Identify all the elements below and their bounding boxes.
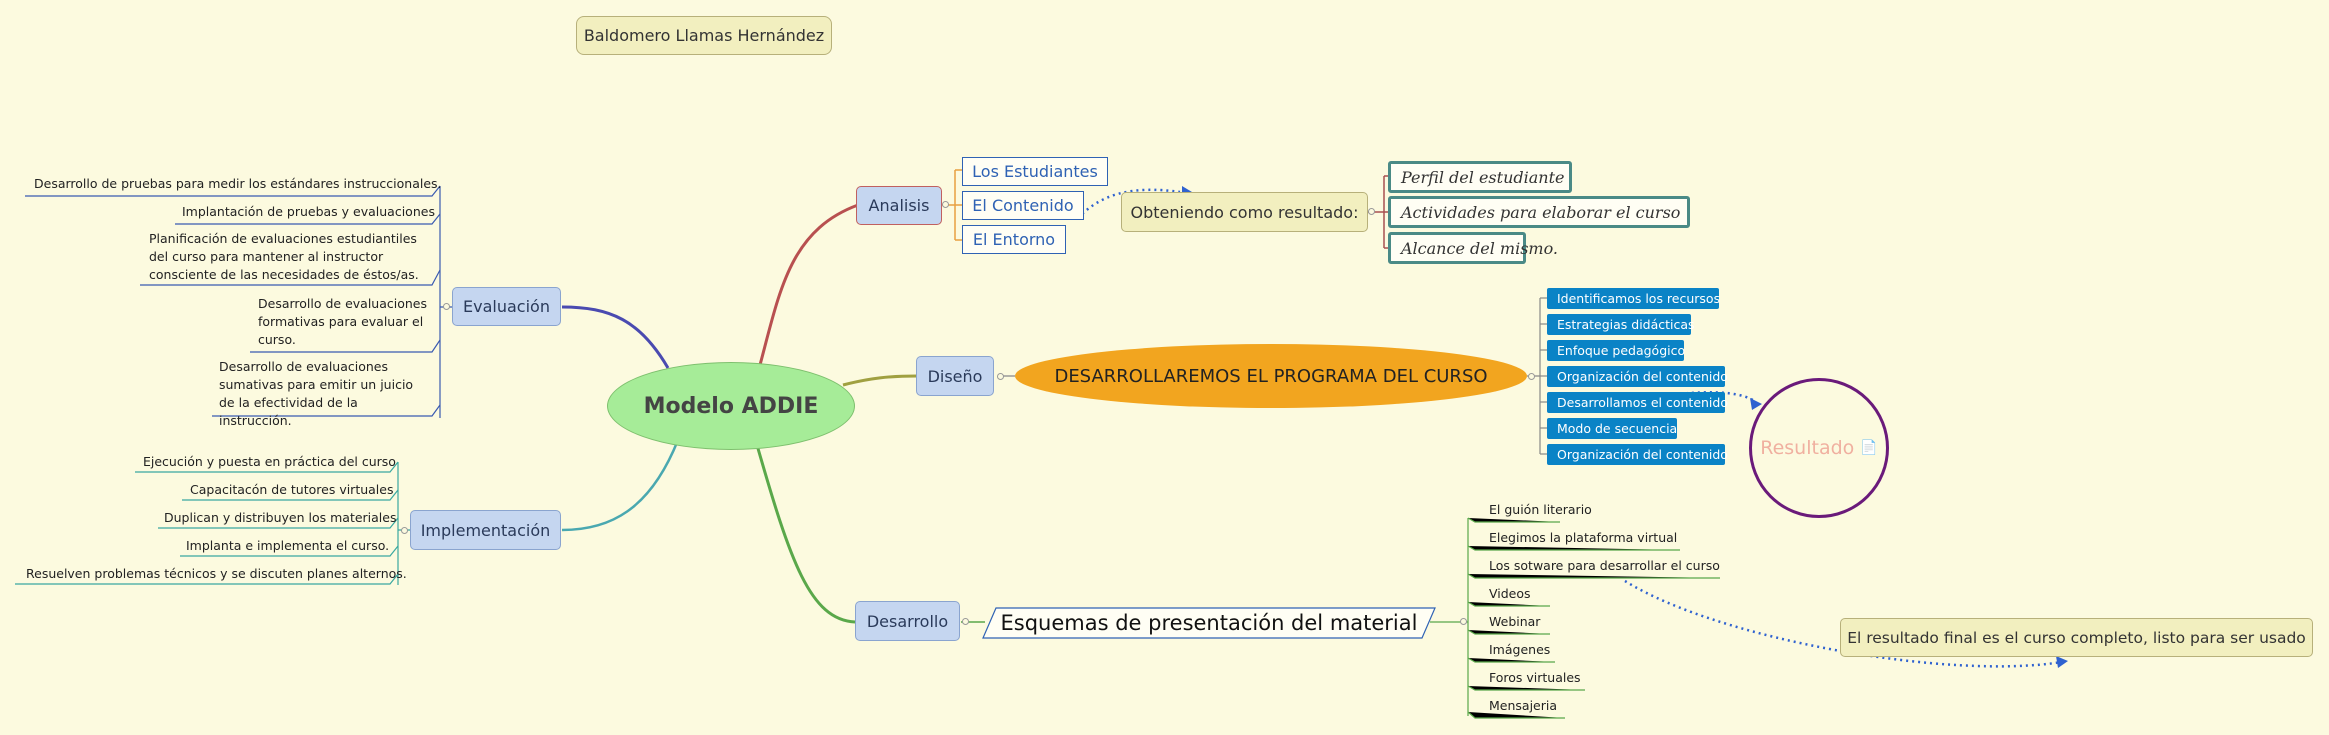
diseno-item[interactable]: Enfoque pedagógico (1547, 340, 1685, 361)
desarrollo-scheme-label: Esquemas de presentación del material (1000, 611, 1418, 635)
branch-implementacion[interactable]: Implementación (410, 510, 561, 550)
diseno-result-label: Resultado (1760, 437, 1855, 459)
collapse-toggle[interactable] (1528, 373, 1535, 380)
desarrollo-item[interactable]: Mensajeria (1489, 698, 1557, 713)
collapse-toggle[interactable] (962, 618, 969, 625)
diseno-item[interactable]: Organización del contenido (1547, 366, 1728, 387)
analisis-result-alcance[interactable]: Alcance del mismo. (1388, 232, 1558, 264)
diseno-program[interactable]: DESARROLLAREMOS EL PROGRAMA DEL CURSO (1015, 344, 1527, 408)
evaluacion-item[interactable]: Planificación de evaluaciones estudianti… (149, 230, 429, 284)
branch-desarrollo[interactable]: Desarrollo (855, 601, 960, 641)
collapse-toggle[interactable] (1460, 618, 1467, 625)
desarrollo-item[interactable]: Los sotware para desarrollar el curso (1489, 558, 1720, 573)
branch-diseno[interactable]: Diseño (916, 356, 994, 396)
analisis-result-actividades[interactable]: Actividades para elaborar el curso (1388, 196, 1690, 228)
author-label[interactable]: Baldomero Llamas Hernández (576, 16, 832, 55)
central-topic[interactable]: Modelo ADDIE (607, 362, 855, 450)
evaluacion-item[interactable]: Desarrollo de evaluaciones formativas pa… (258, 295, 430, 349)
implementacion-item[interactable]: Ejecución y puesta en práctica del curso (143, 454, 396, 469)
desarrollo-item[interactable]: Elegimos la plataforma virtual (1489, 530, 1677, 545)
evaluacion-item[interactable]: Desarrollo de evaluaciones sumativas par… (219, 358, 429, 430)
implementacion-item[interactable]: Duplican y distribuyen los materiales (164, 510, 396, 525)
diseno-item[interactable]: Identificamos los recursos (1547, 288, 1720, 309)
diseno-item[interactable]: Desarrollamos el contenido (1547, 392, 1728, 413)
diseno-item[interactable]: Estrategias didácticas (1547, 314, 1695, 335)
collapse-toggle[interactable] (997, 373, 1004, 380)
collapse-toggle[interactable] (1368, 208, 1375, 215)
note-icon: 📄 (1860, 440, 1878, 456)
collapse-toggle[interactable] (443, 303, 450, 310)
branch-evaluacion[interactable]: Evaluación (452, 287, 561, 326)
analisis-result-perfil[interactable]: Perfil del estudiante (1388, 161, 1572, 193)
implementacion-item[interactable]: Capacitacón de tutores virtuales (190, 482, 394, 497)
collapse-toggle[interactable] (942, 201, 949, 208)
desarrollo-final-result[interactable]: El resultado final es el curso completo,… (1840, 618, 2313, 657)
analisis-item-estudiantes[interactable]: Los Estudiantes (962, 157, 1108, 186)
implementacion-item[interactable]: Implanta e implementa el curso. (186, 538, 389, 553)
branch-analisis[interactable]: Analisis (856, 186, 942, 225)
desarrollo-scheme[interactable]: Esquemas de presentación del material (982, 607, 1436, 639)
diseno-result-circle[interactable]: Resultado 📄 (1749, 378, 1889, 518)
desarrollo-item[interactable]: Imágenes (1489, 642, 1550, 657)
analisis-result-label[interactable]: Obteniendo como resultado: (1121, 192, 1368, 232)
diseno-item[interactable]: Modo de secuencia (1547, 418, 1677, 439)
desarrollo-item[interactable]: Foros virtuales (1489, 670, 1581, 685)
analisis-item-contenido[interactable]: El Contenido (962, 191, 1084, 220)
desarrollo-item[interactable]: Videos (1489, 586, 1531, 601)
collapse-toggle[interactable] (401, 527, 408, 534)
evaluacion-item[interactable]: Implantación de pruebas y evaluaciones (182, 204, 435, 219)
evaluacion-item[interactable]: Desarrollo de pruebas para medir los est… (34, 176, 442, 191)
diseno-item[interactable]: Organización del contenido (1547, 444, 1728, 465)
desarrollo-item[interactable]: El guión literario (1489, 502, 1592, 517)
analisis-item-entorno[interactable]: El Entorno (962, 225, 1066, 254)
implementacion-item[interactable]: Resuelven problemas técnicos y se discut… (26, 566, 407, 581)
desarrollo-item[interactable]: Webinar (1489, 614, 1540, 629)
